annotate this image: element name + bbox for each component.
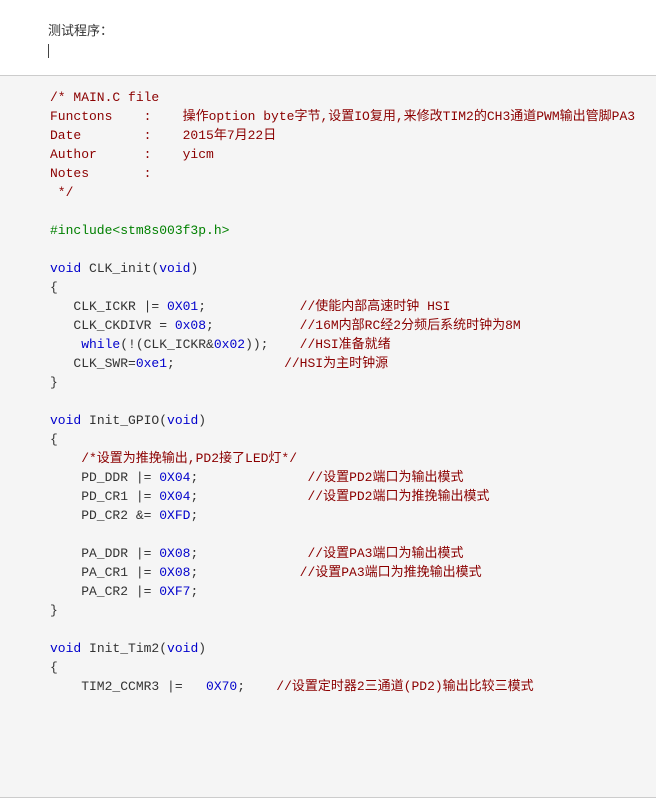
hex-literal: 0X04: [159, 489, 190, 504]
code-stmt: ;: [190, 584, 198, 599]
inline-comment: //16M内部RC经2分频后系统时钟为8M: [300, 318, 521, 333]
inline-comment: //使能内部高速时钟 HSI: [300, 299, 451, 314]
code-stmt: PA_DDR |=: [50, 546, 159, 561]
hex-literal: 0xe1: [136, 356, 167, 371]
hex-literal: 0x02: [214, 337, 245, 352]
code-stmt: PA_CR2 |=: [50, 584, 159, 599]
code-stmt: ;: [190, 470, 307, 485]
code-stmt: ;: [190, 489, 307, 504]
kw-void-arg: void: [159, 261, 190, 276]
inline-comment: //HSI准备就绪: [300, 337, 391, 352]
code-stmt: PD_DDR |=: [50, 470, 159, 485]
hex-literal: 0XF7: [159, 584, 190, 599]
inline-comment: //HSI为主时钟源: [284, 356, 388, 371]
code-block: /* MAIN.C file Functons : 操作option byte字…: [0, 75, 656, 798]
comment-header-1: /* MAIN.C file: [50, 90, 159, 105]
code-stmt: ));: [245, 337, 300, 352]
inline-comment: //设置PA3端口为推挽输出模式: [300, 565, 482, 580]
inline-comment: //设置PA3端口为输出模式: [307, 546, 463, 561]
brace-open: {: [50, 432, 58, 447]
paren-close: ): [198, 413, 206, 428]
code-stmt: ;: [190, 546, 307, 561]
inline-comment: //设置PD2端口为推挽输出模式: [307, 489, 489, 504]
fn-init-gpio: Init_GPIO(: [81, 413, 167, 428]
comment-functions-text: 操作option byte字节,设置IO复用,来修改TIM2的CH3通道PWM输…: [183, 109, 635, 124]
brace-close: }: [50, 603, 58, 618]
kw-void-arg: void: [167, 413, 198, 428]
code-stmt: PD_CR2 &=: [50, 508, 159, 523]
code-stmt: ;: [190, 565, 299, 580]
code-stmt: CLK_ICKR |=: [50, 299, 167, 314]
brace-open: {: [50, 280, 58, 295]
kw-while: while: [50, 337, 120, 352]
code-stmt: PD_CR1 |=: [50, 489, 159, 504]
kw-void: void: [50, 413, 81, 428]
fn-clk-init: CLK_init(: [81, 261, 159, 276]
code-stmt: CLK_CKDIVR =: [50, 318, 175, 333]
hex-literal: 0x08: [175, 318, 206, 333]
hex-literal: 0X70: [206, 679, 237, 694]
hex-literal: 0X08: [159, 546, 190, 561]
brace-open: {: [50, 660, 58, 675]
hex-literal: 0X04: [159, 470, 190, 485]
hex-literal: 0X08: [159, 565, 190, 580]
kw-void: void: [50, 261, 81, 276]
include-directive: #include<stm8s003f3p.h>: [50, 223, 229, 238]
comment-functions-label: Functons :: [50, 109, 183, 124]
block-comment: /*设置为推挽输出,PD2接了LED灯*/: [50, 451, 297, 466]
inline-comment: //设置定时器2三通道(PD2)输出比较三模式: [276, 679, 533, 694]
fn-init-tim2: Init_Tim2(: [81, 641, 167, 656]
paren-close: ): [198, 641, 206, 656]
code-stmt: ;: [167, 356, 284, 371]
hex-literal: 0XFD: [159, 508, 190, 523]
code-stmt: PA_CR1 |=: [50, 565, 159, 580]
kw-void-arg: void: [167, 641, 198, 656]
comment-author: Author : yicm: [50, 147, 214, 162]
brace-close: }: [50, 375, 58, 390]
comment-notes: Notes :: [50, 166, 151, 181]
paren-close: ): [190, 261, 198, 276]
code-stmt: ;: [190, 508, 198, 523]
intro-section: 测试程序：: [0, 0, 656, 58]
kw-void: void: [50, 641, 81, 656]
inline-comment: //设置PD2端口为输出模式: [307, 470, 463, 485]
text-cursor: [48, 44, 656, 58]
code-stmt: ;: [198, 299, 299, 314]
comment-date: Date : 2015年7月22日: [50, 128, 276, 143]
comment-close: */: [50, 185, 73, 200]
code-stmt: TIM2_CCMR3 |=: [50, 679, 206, 694]
code-stmt: ;: [237, 679, 276, 694]
code-stmt: CLK_SWR=: [50, 356, 136, 371]
code-stmt: (!(CLK_ICKR&: [120, 337, 214, 352]
code-stmt: ;: [206, 318, 300, 333]
intro-title: 测试程序：: [48, 22, 656, 42]
hex-literal: 0X01: [167, 299, 198, 314]
